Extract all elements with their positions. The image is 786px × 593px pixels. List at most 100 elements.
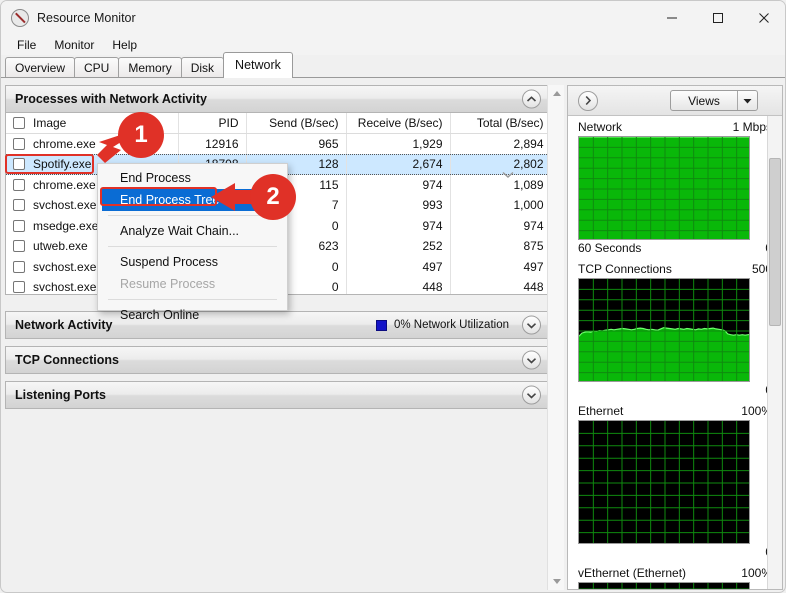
chevron-up-icon[interactable]: [522, 89, 541, 109]
cell-receive: 1,929: [346, 133, 451, 154]
right-pane-scrollbar-thumb[interactable]: [769, 158, 781, 326]
window-controls: [649, 1, 785, 35]
menu-file[interactable]: File: [9, 36, 44, 54]
annotation-number-2: 2: [250, 174, 296, 220]
process-image-name: utweb.exe: [33, 239, 88, 254]
chevron-down-icon[interactable]: [522, 350, 541, 370]
row-checkbox[interactable]: [13, 219, 25, 232]
row-checkbox[interactable]: [13, 240, 25, 253]
minimize-button[interactable]: [649, 1, 695, 35]
row-checkbox[interactable]: [13, 178, 25, 191]
cell-receive: 974: [346, 174, 451, 195]
context-menu-item[interactable]: Suspend Process: [98, 251, 287, 273]
cell-total: 448: [450, 277, 549, 294]
processes-section-header[interactable]: Processes with Network Activity: [5, 85, 550, 113]
row-checkbox[interactable]: [13, 138, 25, 150]
tab-overview[interactable]: Overview: [5, 57, 76, 77]
select-all-checkbox[interactable]: [13, 117, 25, 129]
process-image-name: msedge.exe: [33, 218, 99, 233]
tab-memory[interactable]: Memory: [118, 57, 182, 77]
cell-total: 1,089: [450, 174, 549, 195]
cell-receive: 993: [346, 195, 451, 216]
column-header-send[interactable]: Send (B/sec): [246, 113, 347, 134]
menu-bar: File Monitor Help: [1, 35, 785, 55]
cell-receive: 497: [346, 256, 451, 277]
tcp-connections-title: TCP Connections: [15, 353, 119, 367]
maximize-button[interactable]: [695, 1, 741, 35]
row-checkbox[interactable]: [13, 158, 25, 171]
process-image-name: svchost.exe: [33, 198, 97, 213]
cell-receive: 2,674: [346, 154, 451, 175]
resource-monitor-icon: [11, 9, 29, 27]
context-menu-item[interactable]: Search Online: [98, 304, 287, 326]
context-menu-item[interactable]: Analyze Wait Chain...: [98, 220, 287, 242]
graph-list: Network1 Mbps60 Seconds0TCP Connections5…: [568, 116, 782, 589]
cell-pid: 12916: [178, 133, 247, 154]
row-checkbox[interactable]: [13, 281, 25, 294]
graph-title: TCP Connections: [578, 262, 672, 276]
views-button[interactable]: Views: [670, 90, 758, 111]
right-pane-scrollbar[interactable]: [767, 116, 782, 589]
context-menu-separator: [108, 246, 277, 247]
cell-send: 965: [246, 133, 347, 154]
graph-title: vEthernet (Ethernet): [578, 566, 687, 580]
views-button-label: Views: [688, 93, 720, 108]
listening-ports-section-header[interactable]: Listening Ports: [5, 381, 550, 409]
tab-cpu[interactable]: CPU: [74, 57, 120, 77]
tcp-connections-section-header[interactable]: TCP Connections: [5, 346, 550, 374]
chevron-down-icon[interactable]: [522, 315, 541, 335]
right-graph-pane: Views Network1 Mbps60 Seconds0TCP Connec…: [567, 85, 783, 590]
column-header-total[interactable]: Total (B/sec): [450, 113, 549, 134]
column-header-receive[interactable]: Receive (B/sec): [346, 113, 451, 134]
chevron-down-icon[interactable]: [522, 385, 541, 405]
menu-help[interactable]: Help: [104, 36, 145, 54]
row-checkbox[interactable]: [13, 260, 25, 273]
cell-receive: 974: [346, 215, 451, 236]
close-button[interactable]: [741, 1, 785, 35]
graph-2: TCP Connections5000: [568, 258, 782, 400]
scroll-up-arrow-icon[interactable]: [548, 85, 565, 102]
cell-total: 497: [450, 256, 549, 277]
cell-total: 875: [450, 236, 549, 257]
cell-receive: 252: [346, 236, 451, 257]
window-title: Resource Monitor: [37, 11, 136, 25]
process-image-name: svchost.exe: [33, 280, 97, 295]
scroll-down-arrow-icon[interactable]: [548, 573, 565, 590]
left-pane-scrollbar[interactable]: [547, 85, 564, 590]
column-header-image-label: Image: [33, 116, 67, 130]
caret-down-icon[interactable]: [737, 91, 757, 110]
graph-canvas: [578, 136, 750, 240]
graph-canvas: [578, 420, 750, 544]
annotation-number-1: 1: [118, 112, 164, 158]
column-header-pid[interactable]: PID: [178, 113, 247, 134]
menu-monitor[interactable]: Monitor: [46, 36, 102, 54]
graph-4: vEthernet (Ethernet) 100%: [568, 562, 782, 589]
right-pane-toolbar: Views: [568, 86, 782, 116]
network-utilization-group: 0% Network Utilization: [375, 319, 509, 331]
sort-descending-icon: [502, 171, 514, 178]
cell-total: 1,000: [450, 195, 549, 216]
title-bar: Resource Monitor: [1, 1, 785, 35]
context-menu-separator: [108, 299, 277, 300]
tab-bar: Overview CPU Memory Disk Network: [1, 52, 785, 78]
resource-monitor-window: Resource Monitor File Monitor Help Overv…: [0, 0, 786, 593]
cell-total: 2,894: [450, 133, 549, 154]
processes-section-title: Processes with Network Activity: [15, 92, 207, 106]
row-checkbox[interactable]: [13, 199, 25, 212]
network-utilization-label: 0% Network Utilization: [393, 319, 509, 331]
context-menu-separator: [108, 215, 277, 216]
graph-title: Network: [578, 120, 623, 134]
tab-disk[interactable]: Disk: [180, 57, 225, 77]
graph-canvas: [578, 582, 750, 589]
cell-receive: 448: [346, 277, 451, 294]
process-image-name: chrome.exe: [33, 177, 96, 192]
context-menu-item: Resume Process: [120, 277, 216, 291]
tab-network[interactable]: Network: [223, 52, 293, 78]
chevron-right-icon[interactable]: [578, 90, 598, 111]
cell-total: 974: [450, 215, 549, 236]
graph-canvas: [578, 278, 750, 382]
cell-total: 2,802: [450, 154, 549, 175]
process-image-name: Spotify.exe: [33, 157, 92, 172]
graph-footer-left: 60 Seconds: [578, 241, 642, 255]
listening-ports-title: Listening Ports: [15, 388, 106, 402]
